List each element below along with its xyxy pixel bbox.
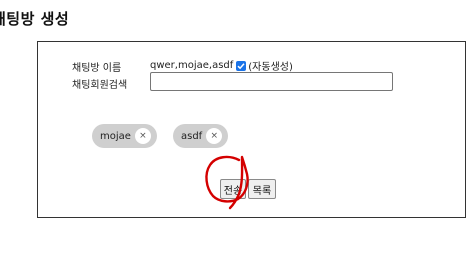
remove-member-button[interactable]: ×: [206, 128, 223, 144]
list-button[interactable]: 목록: [248, 179, 276, 199]
room-name-row: qwer,mojae,asdf (자동생성): [150, 58, 293, 73]
member-chip-asdf: asdf ×: [173, 124, 229, 148]
member-chip-mojae: mojae ×: [92, 124, 157, 148]
close-icon: ×: [139, 130, 147, 141]
checkmark-icon: [237, 62, 245, 69]
auto-generate-label: (자동생성): [248, 62, 293, 73]
room-name-value: qwer,mojae,asdf: [150, 60, 234, 71]
create-room-form: 채팅방 이름 qwer,mojae,asdf (자동생성) 채팅회원검색 moj…: [37, 41, 466, 218]
member-search-label: 채팅회원검색: [72, 80, 128, 91]
remove-member-button[interactable]: ×: [134, 128, 151, 144]
member-chip-label: mojae: [100, 130, 131, 142]
member-search-input[interactable]: [150, 72, 393, 91]
room-name-label: 채팅방 이름: [72, 63, 122, 74]
page-title: 채팅방 생성: [0, 10, 70, 28]
member-chip-label: asdf: [181, 130, 203, 142]
close-icon: ×: [210, 130, 218, 141]
auto-generate-checkbox[interactable]: [236, 60, 247, 71]
submit-button[interactable]: 전송: [220, 179, 246, 199]
